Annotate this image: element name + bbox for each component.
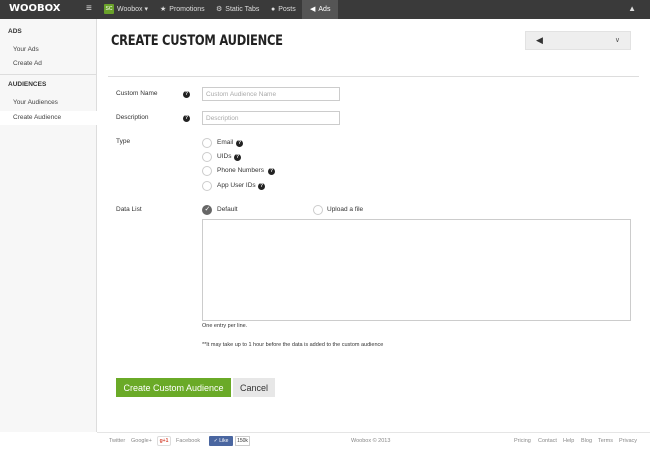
data-list-textarea[interactable]	[202, 219, 631, 321]
ad-account-dropdown[interactable]: ◀ ∨	[525, 31, 631, 50]
title-divider	[108, 76, 639, 77]
footer-link-help[interactable]: Help	[563, 438, 574, 444]
google-plus-one-button[interactable]: g+1	[157, 436, 171, 446]
footer-link-terms[interactable]: Terms	[598, 438, 613, 444]
data-list-label: Data List	[116, 206, 142, 213]
footer-link-pricing[interactable]: Pricing	[514, 438, 531, 444]
help-icon[interactable]: ?	[183, 91, 190, 98]
nav-ads-label: Ads	[318, 6, 331, 13]
type-option-email-label: Email	[217, 139, 234, 146]
nav-static-tabs-label: Static Tabs	[225, 6, 260, 13]
thumbs-up-icon: ✓	[213, 438, 218, 444]
type-option-phone-numbers-label: Phone Numbers	[217, 167, 264, 174]
entry-hint: One entry per line.	[202, 323, 248, 329]
footer-link-twitter[interactable]: Twitter	[109, 438, 125, 444]
type-label: Type	[116, 138, 131, 145]
help-icon[interactable]: ?	[234, 154, 241, 161]
chevron-down-icon: ∨	[614, 37, 620, 44]
footer-link-contact[interactable]: Contact	[538, 438, 557, 444]
type-radio-app-user-ids[interactable]	[202, 181, 212, 191]
brand-badge: SC	[104, 4, 114, 15]
user-icon[interactable]: ▲	[628, 4, 636, 13]
data-source-radio-upload[interactable]	[313, 205, 323, 215]
sidebar-item-your-ads[interactable]: Your Ads	[0, 43, 97, 57]
footer-link-google-plus[interactable]: Google+	[131, 438, 152, 444]
footer-copyright: Woobox © 2013	[351, 438, 391, 444]
description-input[interactable]	[202, 111, 340, 125]
description-label: Description	[116, 114, 149, 121]
page-title: Create Custom Audience	[111, 33, 283, 49]
nav-promotions-label: Promotions	[169, 6, 205, 13]
cancel-button[interactable]: Cancel	[233, 378, 275, 397]
nav-posts[interactable]: ● Posts	[271, 0, 296, 19]
megaphone-icon: ◀	[310, 6, 316, 13]
footer-link-facebook[interactable]: Facebook	[176, 438, 200, 444]
hamburger-menu-icon[interactable]: ≡	[86, 3, 92, 14]
nav-static-tabs[interactable]: ⚙ Static Tabs	[216, 0, 259, 19]
type-option-uids-label: UIDs	[217, 153, 232, 160]
top-navigation-bar: WOOBOX ≡ SC Woobox ▾ ★ Promotions ⚙ Static …	[0, 0, 650, 19]
sidebar-item-create-ad[interactable]: Create Ad	[0, 57, 97, 71]
data-source-default-label: Default	[217, 206, 238, 213]
sidebar-heading-audiences: AUDIENCES	[8, 81, 47, 88]
nav-promotions[interactable]: ★ Promotions	[160, 0, 205, 19]
facebook-like-button[interactable]: ✓ Like	[209, 436, 233, 446]
nav-ads[interactable]: ◀ Ads	[302, 0, 339, 19]
custom-name-label: Custom Name	[116, 90, 158, 97]
type-radio-email[interactable]	[202, 138, 212, 148]
data-source-radio-default[interactable]	[202, 205, 212, 215]
footer-link-blog[interactable]: Blog	[581, 438, 592, 444]
sidebar-item-create-audience[interactable]: Create Audience	[0, 111, 98, 125]
help-icon[interactable]: ?	[268, 168, 275, 175]
help-icon[interactable]: ?	[236, 140, 243, 147]
type-radio-phone-numbers[interactable]	[202, 166, 212, 176]
processing-delay-note: **It may take up to 1 hour before the da…	[202, 342, 384, 348]
woobox-logo[interactable]: WOOBOX	[9, 3, 61, 14]
nav-posts-label: Posts	[278, 6, 296, 13]
facebook-like-label: Like	[219, 438, 229, 444]
footer-link-privacy[interactable]: Privacy	[619, 438, 637, 444]
comment-icon: ●	[271, 6, 276, 13]
sidebar-divider	[0, 74, 97, 75]
gear-icon: ⚙	[216, 6, 223, 13]
sidebar-heading-ads: ADS	[8, 28, 22, 35]
type-radio-uids[interactable]	[202, 152, 212, 162]
create-custom-audience-button[interactable]: Create Custom Audience	[116, 378, 231, 397]
data-source-upload-label: Upload a file	[327, 206, 364, 213]
footer: Twitter Google+ g+1 Facebook ✓ Like 150k…	[97, 432, 650, 451]
type-option-app-user-ids-label: App User IDs	[217, 182, 256, 189]
star-icon: ★	[160, 6, 167, 13]
sidebar: ADS Your Ads Create Ad AUDIENCES Your Au…	[0, 19, 98, 432]
custom-name-input[interactable]	[202, 87, 340, 101]
caret-down-icon: ▾	[144, 6, 149, 13]
brand-label: Woobox	[117, 6, 143, 13]
megaphone-icon: ◀	[536, 35, 543, 45]
facebook-like-count: 150k	[235, 436, 250, 446]
help-icon[interactable]: ?	[183, 115, 190, 122]
help-icon[interactable]: ?	[258, 183, 265, 190]
sidebar-item-your-audiences[interactable]: Your Audiences	[0, 96, 97, 110]
brand-switcher[interactable]: SC Woobox ▾	[104, 0, 148, 19]
